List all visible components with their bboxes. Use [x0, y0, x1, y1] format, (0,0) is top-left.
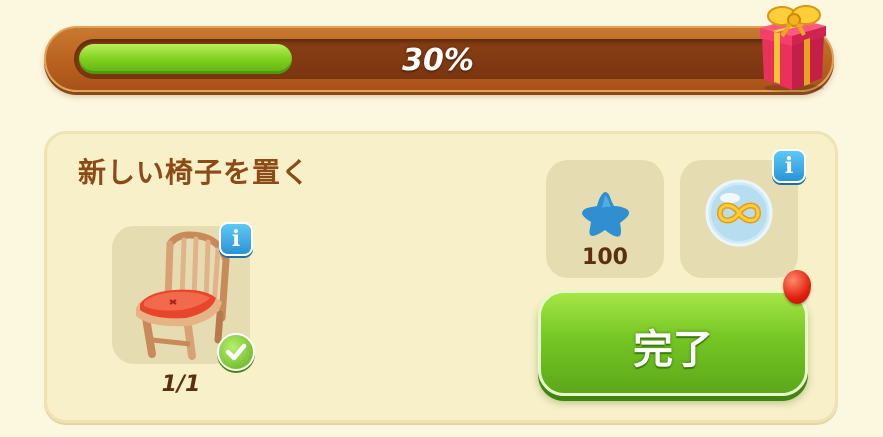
item-info-button[interactable]: i [219, 222, 253, 256]
complete-button[interactable]: 完了 [538, 290, 808, 396]
progress-label: 30% [402, 43, 474, 78]
reward-info-button[interactable]: i [772, 149, 806, 183]
item-count: 1/1 [161, 372, 201, 397]
check-icon [217, 333, 255, 371]
reward-value-star: 100 [582, 245, 628, 270]
blue-star-icon [582, 192, 629, 237]
reward-tile-star[interactable]: 100 [546, 160, 664, 278]
complete-button-label: 完了 [633, 327, 713, 373]
game-screen: 30% 新しい椅子を置く i 1/1 100 i 完了 [0, 0, 883, 437]
progress-track: 30% [74, 39, 802, 79]
progress-bar: 30% [44, 26, 834, 92]
gift-box-icon[interactable] [752, 2, 830, 92]
infinity-bubble-icon [705, 179, 773, 247]
task-title: 新しい椅子を置く [78, 156, 311, 189]
